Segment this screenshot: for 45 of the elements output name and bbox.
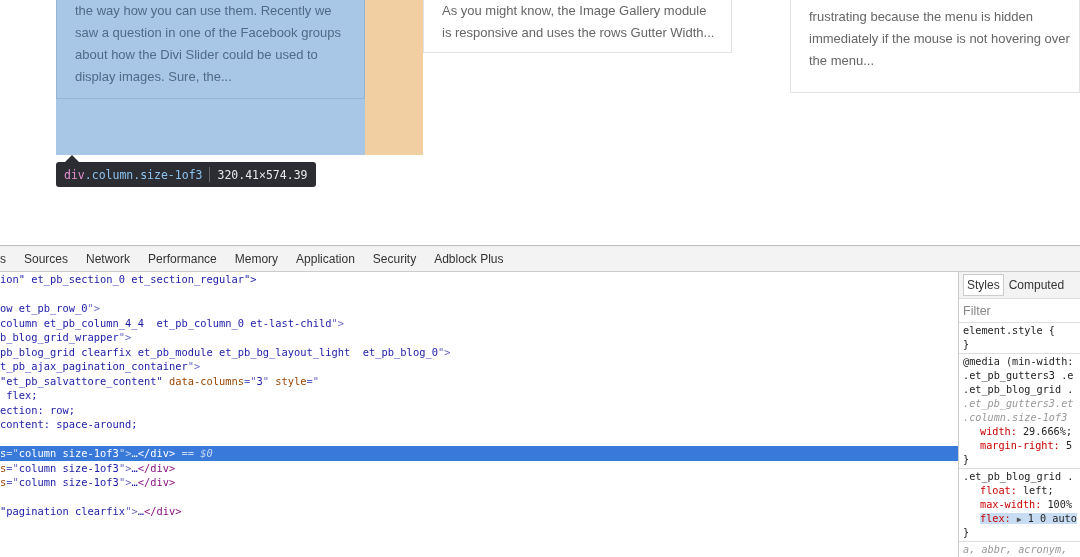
css-declaration: width: 29.666%; (979, 425, 1074, 439)
css-selector: element.style { (963, 324, 1056, 338)
css-declaration: margin-right: 5 (979, 439, 1073, 453)
css-declaration: max-width: 100% (979, 498, 1074, 512)
css-declaration: flex: ▶ 1 0 auto (979, 512, 1078, 526)
dom-node-line[interactable]: t_pb_ajax_pagination_container"> (0, 359, 958, 374)
css-declaration: float: left; (979, 484, 1055, 498)
post-excerpt: frustrating because the menu is hidden immediately if the mouse is not hovering over the menu... (809, 8, 1070, 70)
css-selector: a, abbr, acronym, (963, 543, 1069, 557)
devtools-tab[interactable]: s (0, 246, 15, 271)
devtools-tab[interactable]: Application (287, 246, 364, 271)
devtools-tab[interactable]: Memory (225, 246, 288, 271)
dom-node-line[interactable]: flex; (0, 388, 958, 403)
dom-node-line[interactable]: pb_blog_grid clearfix et_pb_module et_pb_bg_layout_light et_pb_blog_0"> (0, 344, 958, 359)
css-selector: .et_pb_gutters3.et (963, 397, 1075, 411)
sidebar-tab[interactable]: Styles (963, 274, 1004, 296)
dom-node-line[interactable]: "pagination clearfix">…</div> (0, 504, 958, 519)
dom-node-line[interactable]: b_blog_grid_wrapper"> (0, 330, 958, 345)
css-selector: .et_pb_blog_grid . (963, 383, 1075, 397)
tooltip-size: 320.41×574.39 (217, 167, 308, 182)
css-brace: } (963, 526, 971, 540)
dom-node-line[interactable]: ion" et_pb_section_0 et_section_regular"> (0, 272, 958, 287)
css-selector: .et_pb_blog_grid . (963, 470, 1075, 484)
tooltip-tag: div (64, 167, 85, 182)
dom-node-line[interactable]: column et_pb_column_4_4 et_pb_column_0 et-last-child"> (0, 315, 958, 330)
post-excerpt: the way how you can use them. Recently we saw a question in one of the Facebook groups about how the Divi Slider could be used to display images. Sure, the... (75, 2, 341, 86)
tooltip-classes: .column.size-1of3 (84, 167, 203, 182)
devtools-tab[interactable]: Sources (15, 246, 78, 271)
css-brace: } (963, 453, 971, 467)
devtools-tab[interactable]: Security (363, 246, 426, 271)
devtools-tab[interactable]: Adblock Plus (425, 246, 513, 271)
dom-node-line[interactable]: ow et_pb_row_0"> (0, 301, 958, 316)
devtools-tab[interactable]: Network (77, 246, 140, 271)
devtools-tab[interactable]: Performance (139, 246, 226, 271)
dom-node-line[interactable]: "et_pb_salvattore_content" data-columns="3" style=" (0, 373, 958, 388)
dom-node-line[interactable]: s="column size-1of3">…</div> (0, 475, 958, 490)
sidebar-tab[interactable]: Computed (1005, 274, 1068, 296)
post-excerpt: As you might know, the Image Gallery module is responsive and uses the rows Gutter Width... (442, 2, 715, 42)
dom-node-line[interactable]: ection: row; (0, 402, 958, 417)
css-selector: .et_pb_gutters3 .e (963, 369, 1075, 383)
css-brace: } (963, 338, 971, 352)
dom-node-line[interactable]: s="column size-1of3">…</div> (0, 460, 958, 475)
css-selector: .column.size-1of3 (963, 411, 1069, 425)
css-selector: @media (min-width: (963, 355, 1075, 369)
dom-node-line[interactable]: content: space-around; (0, 417, 958, 432)
